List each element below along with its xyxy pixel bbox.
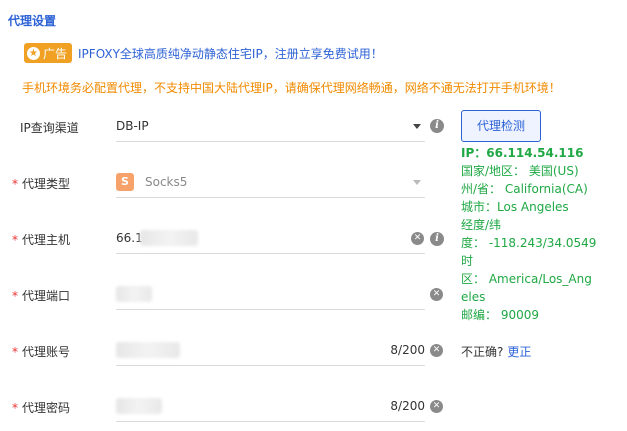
redacted-text xyxy=(116,286,152,302)
char-count: 8/200 xyxy=(390,343,425,357)
proxy-password-row: * 代理密码 8/200 ✕ xyxy=(0,392,450,422)
result-state: 州/省： California(CA) xyxy=(461,182,588,196)
proxy-port-row: * 代理端口 ✕ xyxy=(0,280,450,310)
ad-row[interactable]: ★ 广告 IPFOXY全球高质纯净动静态住宅IP，注册立享免费试用！ xyxy=(24,43,383,63)
correction-question: 不正确? xyxy=(461,345,504,359)
ad-badge: ★ 广告 xyxy=(24,43,73,63)
proxy-password-input[interactable]: 8/200 xyxy=(116,392,425,422)
info-icon[interactable]: i xyxy=(430,119,444,133)
result-ip: IP：66.114.54.116 xyxy=(461,146,584,160)
clear-icon[interactable]: ✕ xyxy=(430,400,443,413)
info-icon[interactable]: i xyxy=(430,232,444,246)
proxy-host-value: 66.1 xyxy=(116,231,143,245)
ip-channel-label: IP查询渠道 xyxy=(20,121,79,135)
star-icon: ★ xyxy=(27,46,40,60)
ip-channel-select[interactable]: DB-IP xyxy=(116,112,425,142)
chevron-down-icon xyxy=(413,124,421,129)
char-count: 8/200 xyxy=(390,399,425,413)
result-zip: 邮编： 90009 xyxy=(461,308,539,322)
section-title: 代理设置 xyxy=(8,14,57,28)
ip-channel-value: DB-IP xyxy=(116,119,149,133)
correction-link[interactable]: 更正 xyxy=(507,345,531,359)
redacted-text xyxy=(116,398,162,414)
proxy-port-input[interactable] xyxy=(116,280,425,310)
ad-badge-label: 广告 xyxy=(43,46,68,61)
correction-row: 不正确? 更正 xyxy=(461,343,531,360)
proxy-port-label: * 代理端口 xyxy=(12,289,71,303)
clear-icon[interactable]: ✕ xyxy=(430,288,443,301)
proxy-host-input[interactable]: 66.1 xyxy=(116,224,425,254)
result-tz-value2: eles xyxy=(461,290,486,304)
proxy-check-button[interactable]: 代理检测 xyxy=(461,110,541,142)
proxy-type-value: Socks5 xyxy=(145,175,188,189)
proxy-account-row: * 代理账号 8/200 ✕ xyxy=(0,336,450,366)
result-tz-value: 区： America/Los_Ang xyxy=(461,272,592,286)
clear-icon[interactable]: ✕ xyxy=(411,232,424,245)
result-city: 城市：Los Angeles xyxy=(461,200,569,214)
redacted-text xyxy=(140,230,198,246)
proxy-host-row: * 代理主机 66.1 ✕ i xyxy=(0,224,450,254)
proxy-password-label: * 代理密码 xyxy=(12,401,71,415)
result-lonlat-value: 度： -118.243/34.0549 xyxy=(461,236,597,250)
check-result: IP：66.114.54.116 国家/地区： 美国(US) 州/省： Cali… xyxy=(461,144,621,324)
warning-text: 手机环境务必配置代理，不支持中国大陆代理IP，请确保代理网络畅通，网络不通无法打… xyxy=(22,81,561,95)
proxy-type-label: * 代理类型 xyxy=(12,177,71,191)
proxy-type-select[interactable]: S Socks5 xyxy=(116,168,425,198)
result-tz-label: 时 xyxy=(461,254,474,268)
proxy-type-row: * 代理类型 S Socks5 xyxy=(0,168,450,198)
proxy-account-input[interactable]: 8/200 xyxy=(116,336,425,366)
result-lonlat-label: 经度/纬 xyxy=(461,218,502,232)
ad-link[interactable]: IPFOXY全球高质纯净动静态住宅IP，注册立享免费试用！ xyxy=(78,45,383,62)
ip-channel-row: IP查询渠道 DB-IP i xyxy=(0,112,450,142)
proxy-host-label: * 代理主机 xyxy=(12,233,71,247)
proxy-account-label: * 代理账号 xyxy=(12,345,71,359)
result-country: 国家/地区： 美国(US) xyxy=(461,164,579,178)
socks-icon: S xyxy=(116,173,134,191)
clear-icon[interactable]: ✕ xyxy=(430,344,443,357)
chevron-down-icon xyxy=(413,180,421,185)
redacted-text xyxy=(116,342,180,358)
